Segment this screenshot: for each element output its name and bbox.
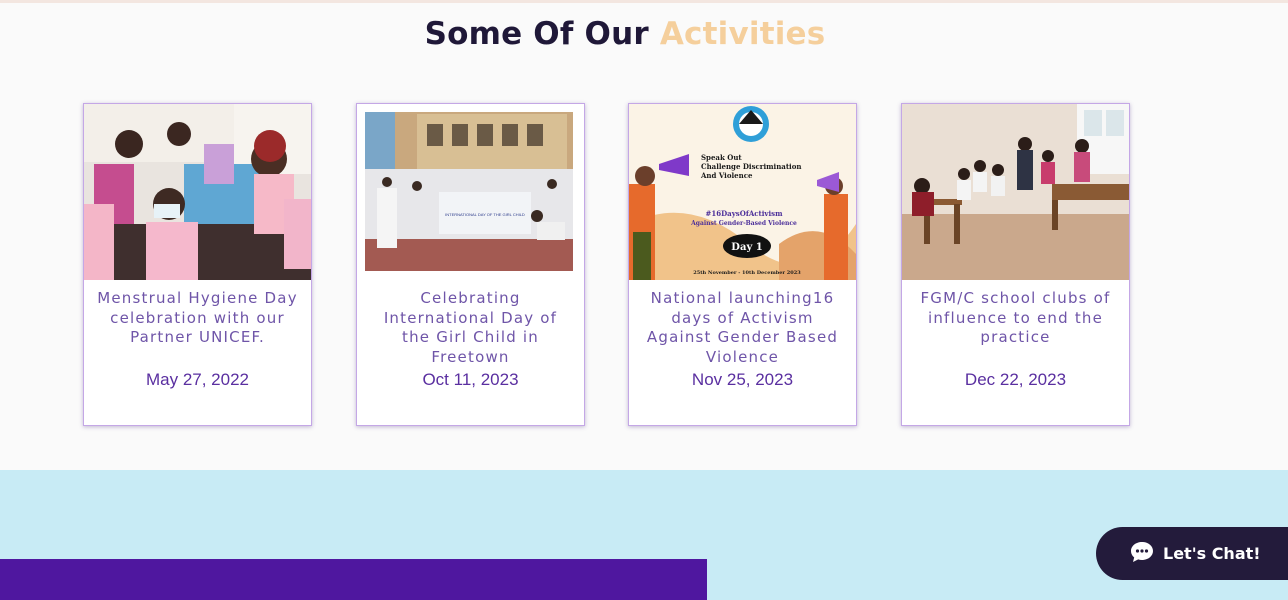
activity-card-fgm-school-clubs[interactable]: FGM/C school clubs of influence to end t… bbox=[901, 103, 1130, 426]
activity-image[interactable] bbox=[902, 104, 1129, 280]
svg-text:Day 1: Day 1 bbox=[731, 242, 762, 253]
svg-text:Challenge Discrimination: Challenge Discrimination bbox=[701, 162, 801, 171]
top-divider bbox=[0, 0, 1288, 3]
chat-bubble-icon bbox=[1130, 541, 1154, 567]
activity-title[interactable]: Celebrating International Day of the Gir… bbox=[367, 289, 574, 367]
activity-image[interactable]: Speak Out Challenge Discrimination And V… bbox=[629, 104, 856, 280]
svg-text:INTERNATIONAL DAY OF THE GIRL: INTERNATIONAL DAY OF THE GIRL CHILD bbox=[445, 212, 525, 217]
activity-date: May 27, 2022 bbox=[145, 370, 249, 389]
section-title-accent: Activities bbox=[659, 16, 826, 52]
activity-card-menstrual-hygiene[interactable]: Menstrual Hygiene Day celebration with o… bbox=[83, 103, 312, 426]
purple-banner bbox=[0, 559, 707, 600]
section-title: Some Of Our Activities bbox=[0, 16, 1250, 52]
lets-chat-button[interactable]: Let's Chat! bbox=[1096, 527, 1288, 580]
activity-date: Oct 11, 2023 bbox=[422, 370, 519, 389]
svg-text:Speak Out: Speak Out bbox=[701, 153, 742, 162]
activity-card-16-days-activism[interactable]: Speak Out Challenge Discrimination And V… bbox=[628, 103, 857, 426]
activity-title[interactable]: FGM/C school clubs of influence to end t… bbox=[912, 289, 1119, 348]
activity-card-girl-child-day[interactable]: INTERNATIONAL DAY OF THE GIRL CHILD Cele… bbox=[356, 103, 585, 426]
svg-text:#16DaysOfActivism: #16DaysOfActivism bbox=[706, 209, 784, 218]
activity-title[interactable]: National launching16 days of Activism Ag… bbox=[639, 289, 846, 367]
chat-label: Let's Chat! bbox=[1163, 544, 1261, 563]
svg-text:25th November - 10th December: 25th November - 10th December 2023 bbox=[693, 270, 801, 276]
svg-text:And Violence: And Violence bbox=[700, 171, 753, 180]
section-title-main: Some Of Our bbox=[424, 16, 660, 52]
activity-date: Dec 22, 2023 bbox=[964, 370, 1067, 389]
activity-date: Nov 25, 2023 bbox=[691, 370, 794, 389]
activity-image[interactable] bbox=[84, 104, 311, 280]
activity-title[interactable]: Menstrual Hygiene Day celebration with o… bbox=[94, 289, 301, 348]
activity-image[interactable]: INTERNATIONAL DAY OF THE GIRL CHILD bbox=[357, 104, 584, 280]
svg-text:Against Gender-Based Violence: Against Gender-Based Violence bbox=[690, 220, 797, 227]
